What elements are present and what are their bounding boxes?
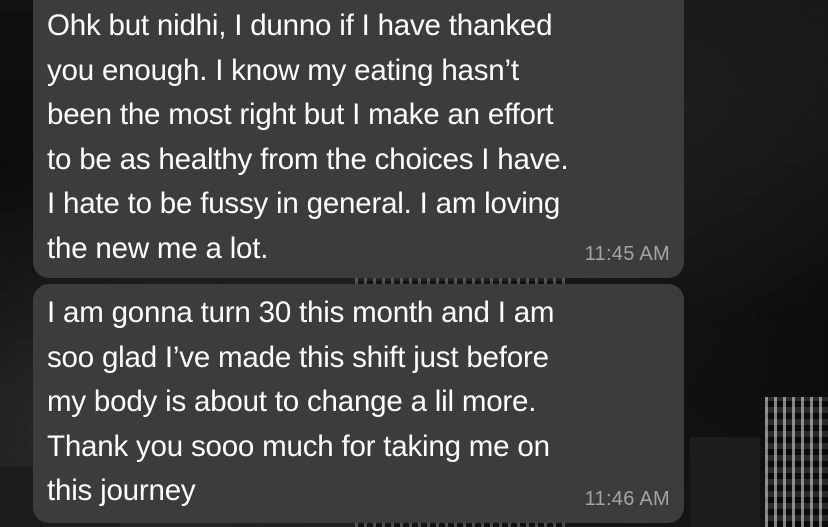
message-text: I am gonna turn 30 this month and I am s… bbox=[47, 296, 555, 507]
message-bubble[interactable]: I am gonna turn 30 this month and I am s… bbox=[33, 284, 684, 523]
message-timestamp: 11:45 AM bbox=[584, 243, 670, 265]
message-timestamp: 11:46 AM bbox=[584, 488, 670, 510]
message-bubble[interactable]: Ohk but nidhi, I dunno if I have thanked… bbox=[33, 0, 684, 278]
message-text: Ohk but nidhi, I dunno if I have thanked… bbox=[47, 9, 569, 265]
